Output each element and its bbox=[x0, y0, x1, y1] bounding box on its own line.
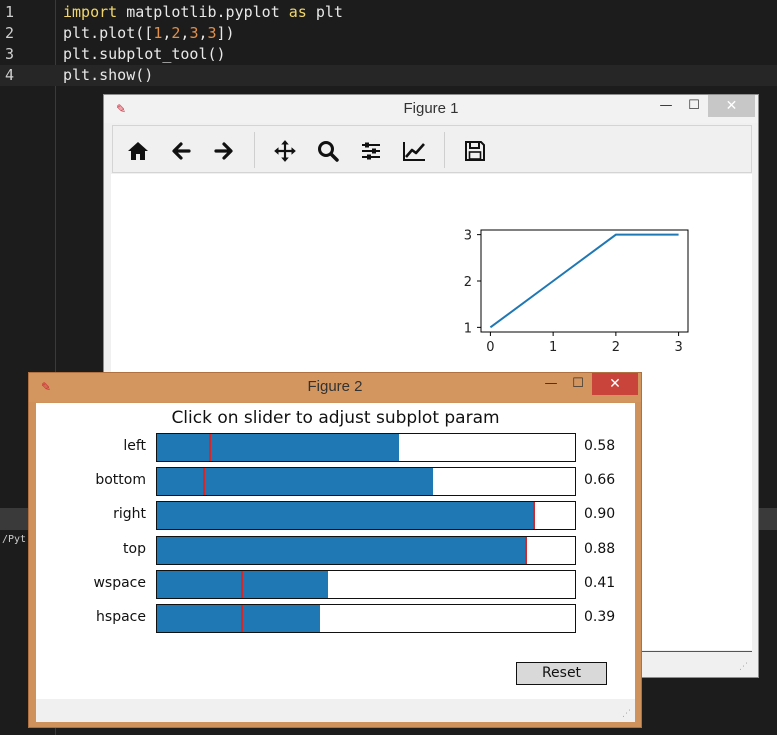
forward-arrow-icon[interactable] bbox=[209, 136, 239, 166]
line-number: 3 bbox=[5, 45, 15, 63]
slider-track[interactable] bbox=[156, 467, 576, 496]
code-token: , bbox=[198, 24, 208, 42]
code-token: 3 bbox=[207, 24, 217, 42]
slider-value: 0.90 bbox=[584, 506, 616, 522]
code-line-1[interactable]: 1 import matplotlib.pyplot as plt bbox=[0, 2, 777, 23]
navigation-toolbar bbox=[112, 125, 752, 173]
line-number: 1 bbox=[5, 3, 15, 21]
slider-initial-marker bbox=[203, 468, 205, 495]
slider-fill bbox=[157, 434, 399, 461]
code-line-3[interactable]: 3 plt.subplot_tool() bbox=[0, 44, 777, 65]
code-text: plt.plot([1,2,3,3]) bbox=[63, 23, 235, 44]
slider-value: 0.39 bbox=[584, 609, 616, 625]
slider-label: bottom bbox=[95, 472, 146, 488]
reset-button[interactable]: Reset bbox=[516, 662, 607, 685]
series-line bbox=[489, 233, 679, 329]
close-button[interactable]: ✕ bbox=[592, 373, 638, 395]
slider-value: 0.41 bbox=[584, 575, 616, 591]
slider-label: wspace bbox=[93, 575, 146, 591]
minimize-button[interactable]: — bbox=[536, 373, 566, 395]
toolbar-separator bbox=[444, 132, 445, 168]
figure2-titlebar[interactable]: ✎ Figure 2 — ☐ ✕ bbox=[29, 373, 641, 402]
y-tick-label: 3 bbox=[464, 229, 472, 244]
line-number: 2 bbox=[5, 24, 15, 42]
back-arrow-icon[interactable] bbox=[166, 136, 196, 166]
slider-label: hspace bbox=[96, 609, 146, 625]
x-tick-label: 3 bbox=[674, 340, 682, 355]
axes-frame bbox=[480, 229, 689, 333]
edit-axis-curves-icon[interactable] bbox=[399, 136, 429, 166]
close-button[interactable]: ✕ bbox=[708, 95, 755, 117]
code-token: plt.plot([ bbox=[63, 24, 154, 42]
code-token: import bbox=[63, 3, 118, 21]
code-text: plt.show() bbox=[63, 65, 153, 86]
terminal-output: /Pyt bbox=[2, 534, 27, 545]
x-tick-label: 2 bbox=[612, 340, 620, 355]
slider-hspace: hspace 0.39 bbox=[36, 604, 635, 634]
code-token: plt.subplot_tool() bbox=[63, 45, 226, 63]
code-token: ]) bbox=[216, 24, 235, 42]
slider-value: 0.58 bbox=[584, 438, 616, 454]
maximize-button[interactable]: ☐ bbox=[679, 95, 709, 117]
slider-label: left bbox=[123, 438, 146, 454]
slider-track[interactable] bbox=[156, 570, 576, 599]
slider-track[interactable] bbox=[156, 604, 576, 633]
resize-grip-icon[interactable]: ⋰ bbox=[739, 662, 748, 672]
slider-top: top 0.88 bbox=[36, 536, 635, 566]
y-tick-label: 2 bbox=[464, 275, 472, 290]
code-text: plt.subplot_tool() bbox=[63, 44, 226, 65]
pan-move-icon[interactable] bbox=[270, 136, 300, 166]
code-token: matplotlib.pyplot bbox=[117, 3, 289, 21]
slider-initial-marker bbox=[241, 605, 243, 632]
slider-left: left 0.58 bbox=[36, 433, 635, 463]
code-token: 1 bbox=[153, 24, 163, 42]
configure-subplots-icon[interactable] bbox=[356, 136, 386, 166]
slider-fill bbox=[157, 605, 320, 632]
figure1-titlebar[interactable]: ✎ Figure 1 — ☐ ✕ bbox=[104, 95, 758, 123]
y-tick-label: 1 bbox=[464, 321, 472, 336]
figure2-canvas[interactable]: Click on slider to adjust subplot param … bbox=[36, 403, 635, 699]
figure2-statusbar: ⋰ bbox=[36, 699, 635, 722]
slider-track[interactable] bbox=[156, 433, 576, 462]
minimize-button[interactable]: — bbox=[651, 95, 681, 117]
save-figure-icon[interactable] bbox=[460, 136, 490, 166]
slider-fill bbox=[157, 468, 433, 495]
code-line-4[interactable]: 4 plt.show() bbox=[0, 65, 777, 86]
toolbar-separator bbox=[254, 132, 255, 168]
slider-initial-marker bbox=[533, 502, 535, 529]
slider-right: right 0.90 bbox=[36, 501, 635, 531]
slider-fill bbox=[157, 537, 525, 564]
resize-grip-icon[interactable]: ⋰ bbox=[622, 709, 631, 719]
code-token: plt.show() bbox=[63, 66, 154, 84]
slider-label: top bbox=[123, 541, 146, 557]
slider-value: 0.88 bbox=[584, 541, 616, 557]
slider-track[interactable] bbox=[156, 536, 576, 565]
subplot-tool-heading: Click on slider to adjust subplot param bbox=[171, 408, 500, 428]
slider-initial-marker bbox=[241, 571, 243, 598]
slider-value: 0.66 bbox=[584, 472, 616, 488]
maximize-button[interactable]: ☐ bbox=[563, 373, 593, 395]
slider-fill bbox=[157, 502, 533, 529]
slider-label: right bbox=[113, 506, 146, 522]
home-icon[interactable] bbox=[123, 136, 153, 166]
x-tick-label: 0 bbox=[486, 340, 494, 355]
code-line-2[interactable]: 2 plt.plot([1,2,3,3]) bbox=[0, 23, 777, 44]
zoom-magnifier-icon[interactable] bbox=[313, 136, 343, 166]
code-token: as bbox=[288, 3, 307, 21]
slider-bottom: bottom 0.66 bbox=[36, 467, 635, 497]
code-token: plt bbox=[306, 3, 343, 21]
line-number: 4 bbox=[5, 66, 15, 84]
slider-wspace: wspace 0.41 bbox=[36, 570, 635, 600]
x-tick-label: 1 bbox=[549, 340, 557, 355]
code-text: import matplotlib.pyplot as plt bbox=[63, 2, 343, 23]
slider-initial-marker bbox=[525, 537, 527, 564]
figure2-window[interactable]: ✎ Figure 2 — ☐ ✕ Click on slider to adju… bbox=[28, 372, 642, 728]
slider-initial-marker bbox=[209, 434, 211, 461]
slider-track[interactable] bbox=[156, 501, 576, 530]
